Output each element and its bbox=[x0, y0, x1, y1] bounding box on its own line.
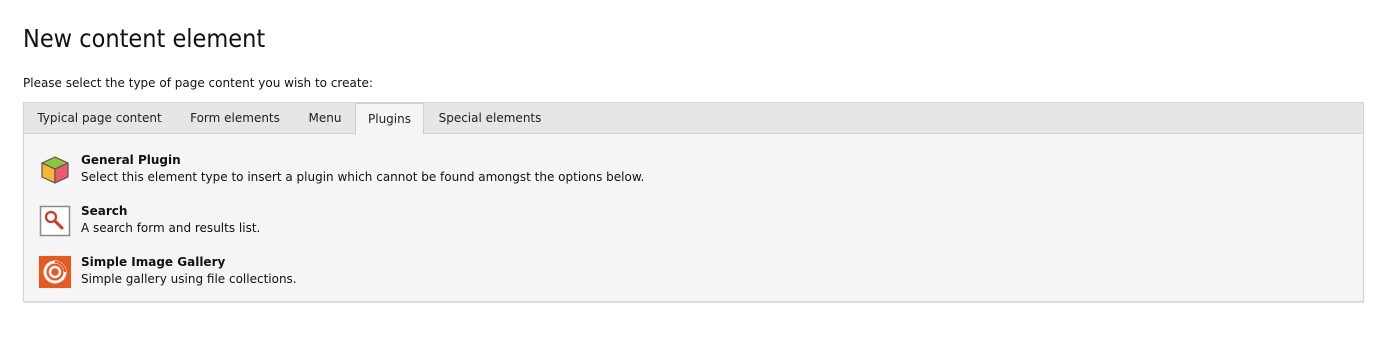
tab-special-elements[interactable]: Special elements bbox=[424, 103, 556, 134]
list-item-simple-image-gallery[interactable]: Simple Image Gallery Simple gallery usin… bbox=[39, 254, 839, 294]
item-title: Simple Image Gallery bbox=[81, 255, 226, 269]
content-element-wizard: Typical page content Form elements Menu … bbox=[23, 102, 1364, 302]
list-item-general-plugin[interactable]: General Plugin Select this element type … bbox=[39, 152, 839, 192]
search-icon bbox=[39, 205, 71, 237]
item-title: General Plugin bbox=[81, 153, 181, 167]
gallery-icon bbox=[39, 256, 71, 288]
tab-form-elements[interactable]: Form elements bbox=[175, 103, 295, 134]
tab-typical-page-content[interactable]: Typical page content bbox=[24, 103, 175, 134]
list-item-search[interactable]: Search A search form and results list. bbox=[39, 203, 839, 243]
intro-text: Please select the type of page content y… bbox=[23, 76, 373, 90]
tab-bar: Typical page content Form elements Menu … bbox=[24, 103, 1363, 135]
item-description: Select this element type to insert a plu… bbox=[81, 170, 645, 184]
plugin-cube-icon bbox=[41, 156, 69, 184]
item-description: Simple gallery using file collections. bbox=[81, 272, 297, 286]
tab-menu[interactable]: Menu bbox=[295, 103, 355, 134]
tab-plugins[interactable]: Plugins bbox=[355, 103, 424, 135]
page-title: New content element bbox=[23, 24, 266, 53]
item-title: Search bbox=[81, 204, 128, 218]
item-description: A search form and results list. bbox=[81, 221, 261, 235]
